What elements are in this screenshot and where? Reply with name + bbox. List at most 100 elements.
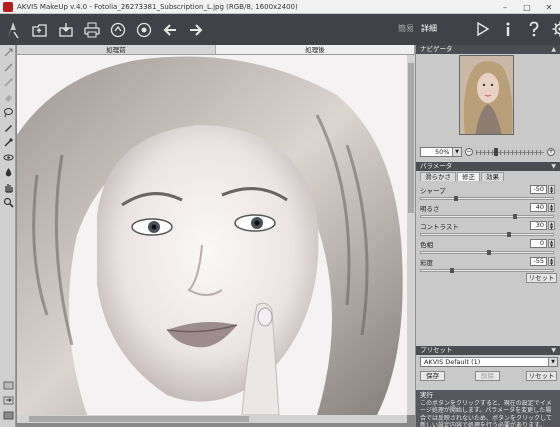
akvis-logo-icon — [0, 14, 26, 45]
open-file-button[interactable] — [28, 18, 52, 42]
zoom-tool[interactable] — [0, 195, 16, 210]
horizontal-scrollbar[interactable] — [17, 415, 407, 423]
zoom-control: 50% ▼ − + — [416, 146, 560, 158]
collapse-arrow-icon[interactable]: ▼ — [551, 346, 556, 355]
settings-button[interactable] — [548, 17, 560, 41]
navigator-preview[interactable] — [459, 55, 514, 135]
tab-after[interactable]: 処理後 — [216, 45, 415, 54]
slider-knob[interactable] — [450, 268, 455, 273]
drop-tool[interactable] — [0, 165, 16, 180]
zoom-select[interactable]: 50% ▼ — [420, 147, 462, 157]
portrait-image — [17, 55, 407, 415]
spin-arrows-icon[interactable]: ▲ ▼ — [548, 203, 555, 212]
presets-header[interactable]: プリセット ▼ — [416, 346, 560, 355]
hand-tool[interactable] — [0, 180, 16, 195]
mask-brush-tool[interactable] — [0, 75, 16, 90]
tab-effect[interactable]: 効果 — [481, 172, 504, 181]
batch-icon — [136, 22, 152, 37]
spin-arrows-icon[interactable]: ▲ ▼ — [548, 185, 555, 194]
navigator-thumbnail — [460, 56, 513, 134]
mode-advanced-button[interactable]: 詳細 — [421, 23, 437, 34]
redo-icon — [190, 23, 203, 36]
reset-preset-button[interactable]: リセット — [526, 371, 557, 381]
image-canvas[interactable] — [17, 55, 407, 415]
zoom-in-button[interactable]: + — [547, 148, 555, 156]
eye-tool[interactable] — [0, 150, 16, 165]
drop-icon — [5, 168, 11, 177]
navigator-header[interactable]: ナビゲータ ▲ — [416, 45, 560, 54]
vertical-scroll-thumb[interactable] — [408, 63, 414, 213]
minimize-button[interactable]: – — [494, 0, 516, 14]
share-button[interactable] — [106, 18, 130, 42]
save-preset-button[interactable]: 保存 — [420, 371, 445, 381]
param-slider[interactable] — [420, 268, 554, 273]
pipette-tool[interactable] — [0, 135, 16, 150]
help-button[interactable] — [522, 17, 546, 41]
spin-arrows-icon[interactable]: ▲ ▼ — [548, 221, 555, 230]
brush-tool[interactable] — [0, 60, 16, 75]
eraser-tool[interactable] — [0, 90, 16, 105]
param-slider[interactable] — [420, 232, 554, 237]
slider-knob[interactable] — [506, 232, 511, 237]
mode-simple-button[interactable]: 簡易 — [398, 23, 414, 34]
param-slider[interactable] — [420, 196, 554, 201]
hand-arrow-tool[interactable] — [0, 45, 16, 60]
parameters-header[interactable]: パラメータ ▼ — [416, 162, 560, 171]
chevron-down-icon: ▼ — [548, 358, 557, 366]
pencil-tool[interactable] — [0, 120, 16, 135]
undo-icon — [163, 23, 176, 36]
batch-button[interactable] — [132, 18, 156, 42]
tab-correction[interactable]: 修正 — [457, 172, 480, 181]
vertical-scrollbar[interactable] — [407, 55, 415, 415]
zoom-slider-knob[interactable] — [494, 148, 498, 156]
collapse-arrow-icon[interactable]: ▲ — [551, 45, 556, 54]
param-slider[interactable] — [420, 214, 554, 219]
parameter-tabs: 滑らかさ 修正 効果 — [420, 172, 505, 181]
param-value-field[interactable]: 0 — [530, 239, 547, 248]
slider-knob[interactable] — [513, 214, 518, 219]
lasso-icon — [3, 108, 13, 118]
info-button[interactable] — [496, 17, 520, 41]
right-panel: ナビゲータ ▲ 50% ▼ − + パラメータ ▼ 滑らかさ 修正 効果 シャー… — [415, 45, 560, 427]
spin-arrows-icon[interactable]: ▲ ▼ — [548, 257, 555, 266]
pipette-icon — [4, 138, 13, 147]
window-title: AKVIS MakeUp v.4.0 - Fotolia_26273381_Su… — [17, 2, 298, 11]
param-value-field[interactable]: -55 — [530, 257, 547, 266]
lasso-tool[interactable] — [0, 105, 16, 120]
redo-button[interactable] — [184, 18, 208, 42]
undo-button[interactable] — [158, 18, 182, 42]
slider-knob[interactable] — [454, 196, 458, 201]
eye-icon — [3, 154, 13, 161]
save-icon — [59, 22, 73, 37]
preset-select[interactable]: AKVIS Default (1) ▼ — [420, 357, 558, 367]
swap-view-button[interactable] — [0, 393, 16, 408]
tab-smoothing[interactable]: 滑らかさ — [420, 172, 456, 181]
reset-parameters-button[interactable]: リセット — [526, 273, 557, 283]
param-value-field[interactable]: -50 — [530, 185, 547, 194]
param-slider[interactable] — [420, 250, 554, 255]
delete-preset-button[interactable]: 削除 — [475, 371, 500, 381]
horizontal-scroll-thumb[interactable] — [29, 416, 249, 422]
collapse-arrow-icon[interactable]: ▼ — [551, 162, 556, 171]
param-contrast: コントラスト 30 ▲ ▼ — [420, 221, 560, 238]
info-icon — [506, 22, 510, 36]
run-icon — [477, 21, 490, 37]
maximize-button[interactable]: □ — [516, 0, 538, 14]
tool-panel-bottom — [0, 378, 16, 423]
print-button[interactable] — [80, 18, 104, 42]
mask-brush-icon — [3, 78, 13, 87]
chevron-down-icon: ▼ — [452, 148, 461, 156]
slider-knob[interactable] — [487, 250, 491, 255]
param-label: 色相 — [420, 241, 433, 249]
save-button[interactable] — [54, 18, 78, 42]
spin-arrows-icon[interactable]: ▲ ▼ — [548, 239, 555, 248]
presets-title: プリセット — [420, 346, 453, 354]
compare-view-button[interactable] — [0, 378, 16, 393]
param-value-field[interactable]: 40 — [530, 203, 547, 212]
param-value-field[interactable]: 30 — [530, 221, 547, 230]
run-button[interactable] — [470, 17, 494, 41]
close-button[interactable]: ✕ — [538, 0, 560, 14]
zoom-out-button[interactable]: − — [465, 148, 473, 156]
color-view-button[interactable] — [0, 408, 16, 423]
tab-before[interactable]: 処理前 — [17, 45, 216, 54]
